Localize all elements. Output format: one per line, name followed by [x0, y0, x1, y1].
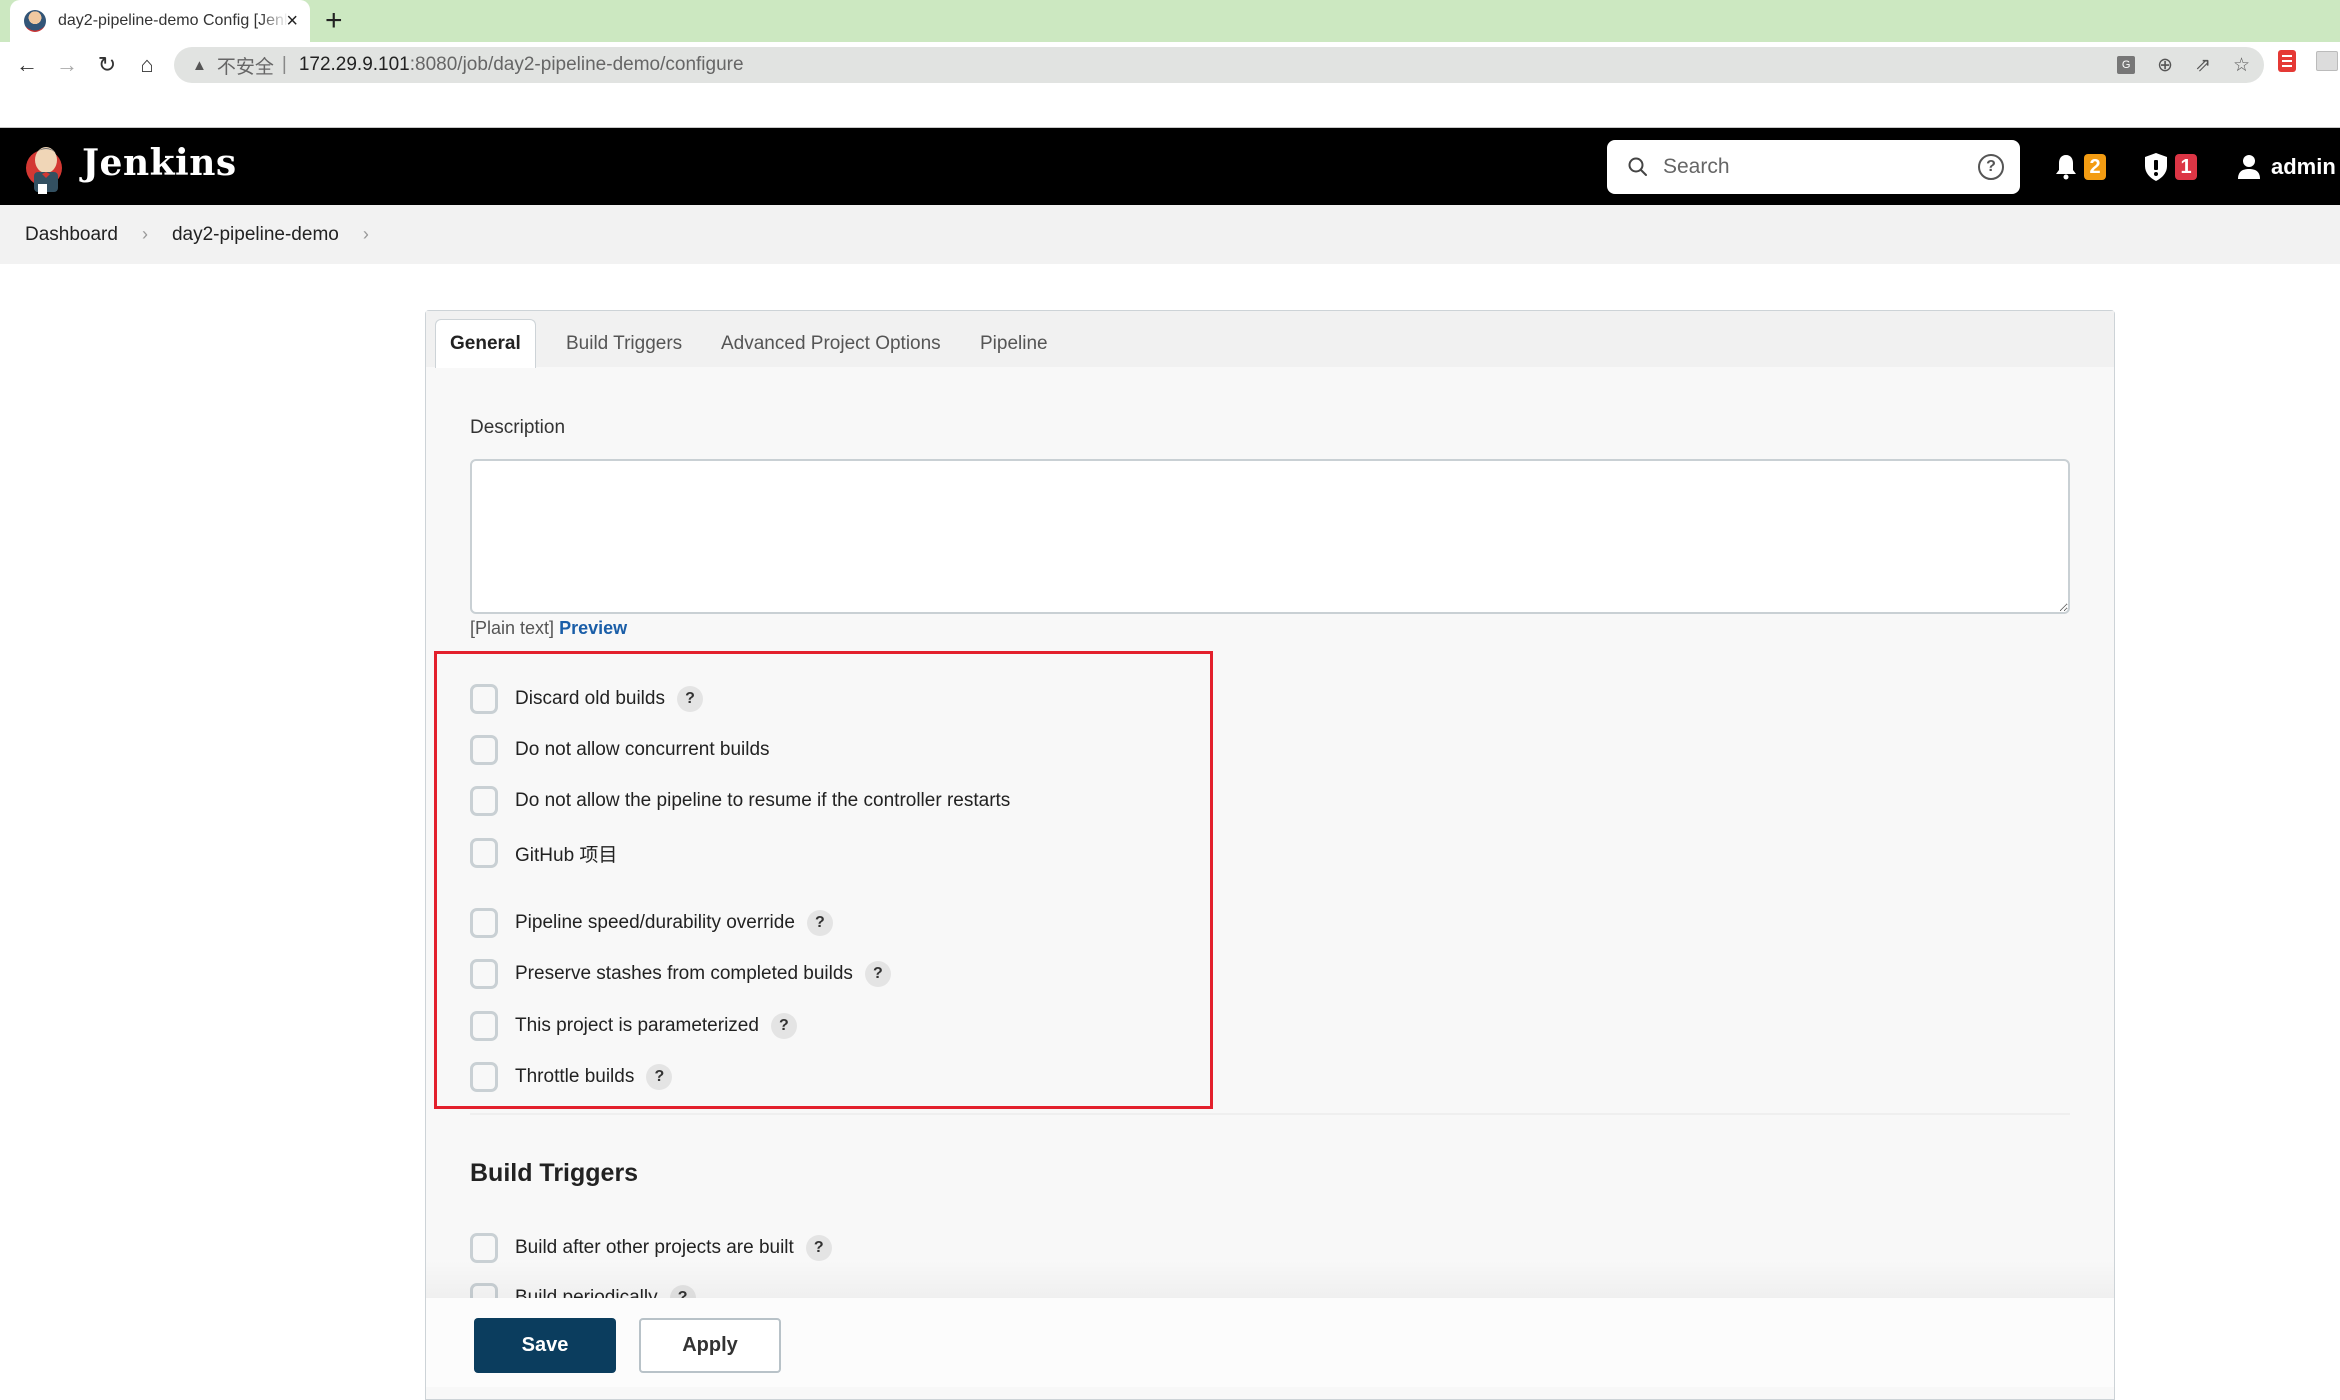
browser-toolbar: ← → ↻ ⌂ ▲ 不安全 | 172.29.9.101:8080/job/da…: [0, 42, 2340, 88]
config-tabs: General Build Triggers Advanced Project …: [426, 311, 2114, 368]
warning-triangle-icon: ▲: [192, 56, 207, 74]
user-name[interactable]: admin: [2271, 154, 2336, 180]
jenkins-favicon-icon: [24, 10, 46, 32]
reload-icon[interactable]: ↻: [92, 50, 122, 80]
chevron-right-icon: ›: [141, 224, 148, 244]
forward-arrow-icon[interactable]: →: [52, 50, 82, 80]
help-icon[interactable]: ?: [806, 910, 833, 936]
help-icon[interactable]: ?: [805, 1235, 832, 1261]
address-bar[interactable]: ▲ 不安全 | 172.29.9.101:8080/job/day2-pipel…: [174, 47, 2264, 83]
security-alerts-button[interactable]: 1: [2143, 153, 2197, 181]
breadcrumb-dashboard[interactable]: Dashboard: [25, 224, 118, 246]
option-no-resume-on-restart[interactable]: Do not allow the pipeline to resume if t…: [470, 785, 1010, 817]
tab-general[interactable]: General: [435, 319, 536, 368]
back-arrow-icon[interactable]: ←: [12, 50, 42, 80]
checkbox[interactable]: [470, 838, 498, 868]
preview-link[interactable]: Preview: [559, 618, 627, 638]
shield-alert-icon: [2145, 153, 2167, 181]
apply-button[interactable]: Apply: [639, 1318, 781, 1373]
option-parameterized[interactable]: This project is parameterized ?: [470, 1010, 797, 1042]
url-path: :8080/job/day2-pipeline-demo/configure: [409, 54, 744, 75]
description-label: Description: [470, 417, 566, 438]
option-label[interactable]: Preserve stashes from completed builds: [515, 963, 853, 985]
notes-extension-icon[interactable]: [2278, 50, 2296, 72]
plain-text-label: [Plain text]: [470, 618, 555, 638]
jenkins-logo-icon[interactable]: [24, 138, 68, 196]
browser-tab[interactable]: day2-pipeline-demo Config [Jenkins] ×: [10, 0, 310, 42]
option-preserve-stashes[interactable]: Preserve stashes from completed builds ?: [470, 958, 891, 990]
address-bar-actions: G ⊕ ⇗ ☆: [2117, 47, 2250, 83]
extensions-area: [2278, 50, 2338, 72]
browser-tab-strip: day2-pipeline-demo Config [Jenkins] × +: [0, 0, 2340, 42]
checkbox[interactable]: [470, 735, 498, 765]
browser-tab-title: day2-pipeline-demo Config [Jenkins]: [58, 12, 288, 29]
checkbox[interactable]: [470, 1011, 498, 1041]
help-icon[interactable]: ?: [676, 686, 703, 712]
option-throttle-builds[interactable]: Throttle builds ?: [470, 1061, 673, 1093]
jenkins-header: Jenkins ? 2 1 admin: [0, 128, 2340, 205]
option-github-project[interactable]: GitHub 项目: [470, 837, 617, 869]
option-label[interactable]: This project is parameterized: [515, 1015, 759, 1037]
notifications-count-badge: 2: [2084, 154, 2106, 180]
option-label[interactable]: Discard old builds: [515, 688, 665, 710]
zoom-icon[interactable]: ⊕: [2157, 54, 2173, 77]
app-title[interactable]: Jenkins: [82, 142, 237, 184]
description-format-hint: [Plain text] Preview: [470, 618, 627, 639]
user-icon: [2238, 155, 2260, 179]
folder-extension-icon[interactable]: [2316, 51, 2338, 71]
notifications-button[interactable]: 2: [2054, 153, 2106, 181]
search-icon: [1628, 157, 1647, 176]
tab-pipeline[interactable]: Pipeline: [966, 319, 1062, 368]
home-icon[interactable]: ⌂: [132, 50, 162, 80]
tab-build-triggers[interactable]: Build Triggers: [552, 319, 696, 368]
chevron-right-icon[interactable]: ›: [363, 224, 369, 245]
option-label[interactable]: Pipeline speed/durability override: [515, 912, 795, 934]
option-label[interactable]: Build after other projects are built: [515, 1237, 794, 1259]
checkbox[interactable]: [470, 959, 498, 989]
tab-advanced-project-options[interactable]: Advanced Project Options: [707, 319, 955, 368]
address-separator: |: [281, 54, 287, 75]
option-label[interactable]: Throttle builds: [515, 1066, 634, 1088]
option-pipeline-durability-override[interactable]: Pipeline speed/durability override ?: [470, 907, 833, 939]
security-alerts-count-badge: 1: [2175, 154, 2197, 180]
option-discard-old-builds[interactable]: Discard old builds ?: [470, 683, 703, 715]
user-menu[interactable]: admin: [2237, 153, 2336, 181]
option-no-concurrent-builds[interactable]: Do not allow concurrent builds: [470, 734, 770, 766]
search-box[interactable]: ?: [1607, 140, 2020, 194]
search-input[interactable]: [1663, 155, 1963, 179]
description-textarea[interactable]: [470, 459, 2070, 614]
close-tab-icon[interactable]: ×: [286, 10, 298, 32]
bottom-action-bar: Save Apply: [426, 1298, 2114, 1387]
section-divider: [470, 1113, 2070, 1115]
option-label[interactable]: GitHub 项目: [515, 840, 617, 867]
url-host: 172.29.9.101: [298, 54, 410, 75]
bell-icon: [2056, 155, 2076, 180]
new-tab-button[interactable]: +: [325, 4, 343, 38]
bookmark-star-icon[interactable]: ☆: [2233, 54, 2250, 77]
build-triggers-heading: Build Triggers: [470, 1159, 639, 1187]
checkbox[interactable]: [470, 786, 498, 816]
translate-icon[interactable]: G: [2117, 56, 2136, 74]
help-icon[interactable]: ?: [864, 961, 891, 987]
bottom-bar-shadow: [426, 1260, 2114, 1298]
checkbox[interactable]: [470, 1062, 498, 1092]
checkbox[interactable]: [470, 684, 498, 714]
breadcrumb: Dashboard › day2-pipeline-demo ›: [0, 205, 2340, 264]
config-panel: General Build Triggers Advanced Project …: [425, 310, 2115, 1400]
save-button[interactable]: Save: [474, 1318, 616, 1373]
search-help-icon[interactable]: ?: [1978, 154, 2004, 180]
not-secure-label: 不安全: [216, 56, 274, 78]
help-icon[interactable]: ?: [646, 1064, 673, 1090]
breadcrumb-job[interactable]: day2-pipeline-demo: [172, 224, 339, 246]
option-label[interactable]: Do not allow concurrent builds: [515, 739, 770, 761]
option-label[interactable]: Do not allow the pipeline to resume if t…: [515, 790, 1010, 812]
help-icon[interactable]: ?: [770, 1013, 797, 1039]
checkbox[interactable]: [470, 908, 498, 938]
share-icon[interactable]: ⇗: [2195, 54, 2211, 77]
checkbox[interactable]: [470, 1233, 498, 1263]
